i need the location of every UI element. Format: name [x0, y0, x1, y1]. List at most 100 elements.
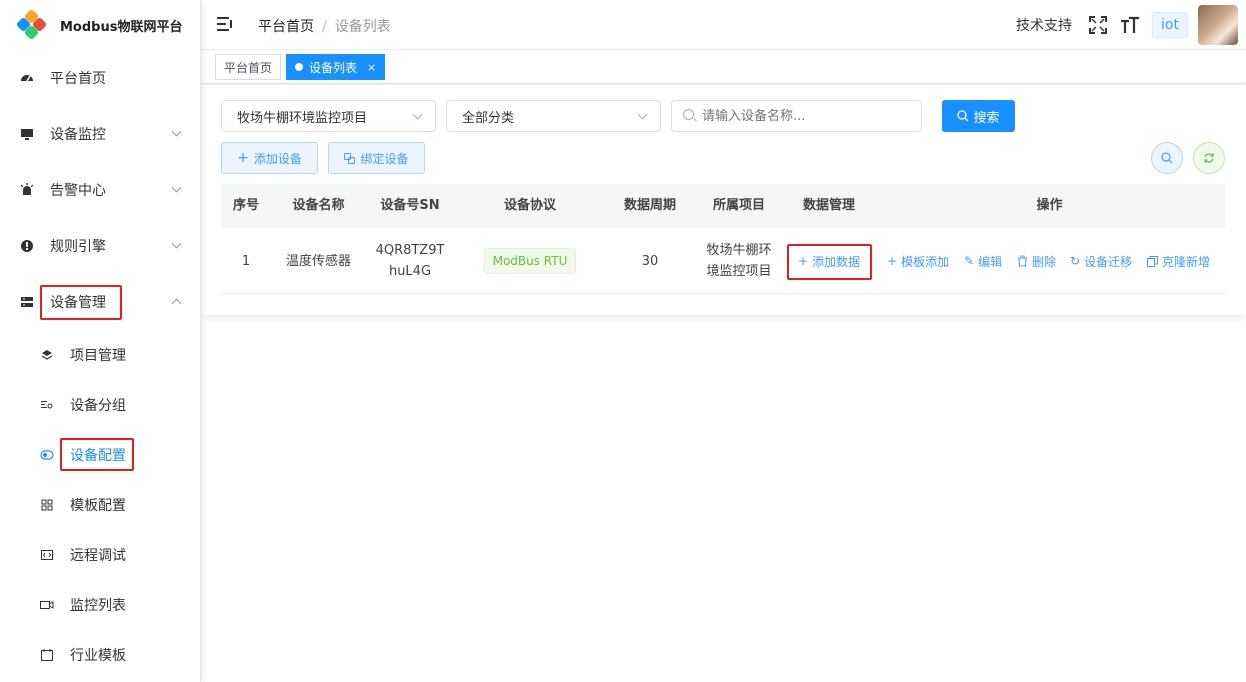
support-link[interactable]: 技术支持: [1016, 15, 1072, 35]
sidebar-item-alarm[interactable]: 告警中心: [0, 170, 200, 210]
rule-icon: [20, 239, 34, 253]
sidebar-subitem-label: 设备分组: [70, 398, 126, 414]
sidebar-subitem-remote-debug[interactable]: 远程调试: [0, 535, 200, 575]
project-select-value: 牧场牛棚环境监控项目: [237, 110, 368, 126]
category-select-value: 全部分类: [462, 110, 515, 126]
sidebar: Modbus物联网平台 平台首页 设备监控 告警中心 规则引擎 设备管理 项目管…: [0, 0, 201, 682]
app-root: Modbus物联网平台 平台首页 设备监控 告警中心 规则引擎 设备管理 项目管…: [0, 0, 1246, 682]
top-header: 平台首页 / 设备列表 技术支持 iot: [201, 0, 1246, 50]
sidebar-subitem-device-config[interactable]: 设备配置: [0, 435, 200, 475]
cell-project-line1: 牧场牛棚环: [706, 243, 772, 258]
cell-project-line2: 境监控项目: [706, 264, 772, 279]
search-icon: [683, 109, 694, 120]
template-add-button[interactable]: + 模板添加: [887, 228, 949, 294]
refresh-button[interactable]: [1193, 142, 1225, 174]
fullscreen-icon[interactable]: [1088, 15, 1108, 35]
sidebar-item-label: 设备监控: [50, 127, 106, 143]
delete-label: 删除: [1032, 254, 1057, 269]
project-select[interactable]: 牧场牛棚环境监控项目: [221, 100, 436, 132]
edit-label: 编辑: [978, 254, 1003, 269]
refresh-icon: [1204, 153, 1214, 163]
cell-sn-line1: 4QR8TZ9T: [375, 243, 445, 258]
sidebar-subitem-groups[interactable]: 设备分组: [0, 385, 200, 425]
search-icon: [957, 110, 969, 122]
sidebar-subitem-label: 设备配置: [70, 448, 126, 464]
refresh-icon: ↻: [1070, 254, 1081, 268]
sidebar-subitem-templates[interactable]: 模板配置: [0, 485, 200, 525]
add-device-label: 添加设备: [253, 151, 302, 166]
breadcrumb-home[interactable]: 平台首页: [258, 19, 314, 35]
tags-view: 平台首页 设备列表 ×: [201, 50, 1246, 84]
col-header-sn: 设备号SN: [380, 198, 440, 213]
sidebar-item-label: 规则引擎: [50, 239, 106, 255]
copy-icon: [1147, 255, 1158, 267]
sidebar-subitem-industry-templates[interactable]: 行业模板: [0, 635, 200, 675]
protocol-badge: ModBus RTU: [483, 248, 577, 274]
migrate-button[interactable]: ↻ 设备迁移: [1070, 228, 1132, 294]
col-header-actions: 操作: [1036, 198, 1063, 213]
cell-sn: 4QR8TZ9T huL4G: [366, 228, 454, 294]
main-content: 牧场牛棚环境监控项目 全部分类 搜索 + 添加设备 绑定设备: [201, 85, 1246, 682]
sidebar-item-monitor[interactable]: 设备监控: [0, 114, 200, 154]
calendar-icon: [40, 648, 54, 662]
brand-logo-icon: [15, 8, 48, 41]
category-select[interactable]: 全部分类: [446, 100, 661, 132]
tag-label: 设备列表: [309, 60, 358, 75]
code-icon: [40, 548, 54, 562]
camera-icon: [40, 598, 54, 612]
tag-home[interactable]: 平台首页: [215, 54, 282, 80]
template-add-label: 模板添加: [901, 254, 950, 269]
group-icon: [40, 398, 54, 412]
breadcrumb: 平台首页 / 设备列表: [258, 16, 391, 36]
close-icon[interactable]: ×: [367, 61, 376, 74]
table-header: 序号 设备名称 设备号SN 设备协议 数据周期 所属项目 数据管理 操作: [221, 184, 1225, 228]
chevron-up-icon: [171, 298, 182, 309]
user-tag[interactable]: iot: [1152, 12, 1188, 38]
link-icon: [344, 152, 356, 164]
search-button[interactable]: 搜索: [942, 100, 1015, 132]
tag-device-list[interactable]: 设备列表 ×: [286, 54, 386, 80]
cell-name: 温度传感器: [285, 253, 351, 269]
sidebar-subitem-projects[interactable]: 项目管理: [0, 335, 200, 375]
add-data-button[interactable]: + 添加数据: [798, 228, 860, 294]
delete-button[interactable]: 删除: [1017, 228, 1056, 294]
col-header-data-mgmt: 数据管理: [802, 198, 855, 213]
font-size-icon[interactable]: [1120, 15, 1140, 35]
cell-sn-line2: huL4G: [388, 264, 432, 279]
sidebar-subitem-label: 模板配置: [70, 498, 126, 514]
sidebar-item-label: 告警中心: [50, 183, 106, 199]
sidebar-item-device-mgmt[interactable]: 设备管理: [0, 282, 200, 322]
cell-period: 30: [641, 253, 659, 269]
avatar[interactable]: [1198, 5, 1238, 45]
search-input[interactable]: [671, 100, 922, 132]
chevron-down-icon: [171, 126, 182, 137]
table-row: 1 温度传感器 4QR8TZ9T huL4G ModBus RTU 30 牧场牛…: [221, 228, 1225, 294]
sidebar-subitem-label: 监控列表: [70, 598, 126, 614]
edit-button[interactable]: ✎ 编辑: [964, 228, 1002, 294]
menu-toggle-icon[interactable]: [217, 17, 233, 31]
chevron-down-icon: [171, 182, 182, 193]
col-header-protocol: 设备协议: [503, 198, 556, 213]
sidebar-item-home[interactable]: 平台首页: [0, 58, 200, 98]
layers-icon: [40, 348, 54, 362]
breadcrumb-separator: /: [322, 19, 327, 35]
chevron-down-icon: [637, 109, 648, 120]
cell-project: 牧场牛棚环 境监控项目: [694, 228, 784, 294]
edit-icon: ✎: [964, 254, 975, 268]
add-device-button[interactable]: + 添加设备: [221, 142, 318, 174]
toggle-icon: [40, 448, 54, 462]
sidebar-subitem-monitor-list[interactable]: 监控列表: [0, 585, 200, 625]
toggle-search-button[interactable]: [1151, 142, 1183, 174]
bind-device-button[interactable]: 绑定设备: [328, 142, 425, 174]
sidebar-item-label: 平台首页: [50, 71, 106, 87]
migrate-label: 设备迁移: [1084, 254, 1133, 269]
plus-icon: +: [798, 254, 809, 268]
sidebar-subitem-label: 项目管理: [70, 348, 126, 364]
alarm-icon: [20, 183, 34, 197]
sidebar-item-rules[interactable]: 规则引擎: [0, 226, 200, 266]
col-header-project: 所属项目: [712, 198, 765, 213]
cell-protocol: ModBus RTU: [454, 228, 606, 294]
clone-button[interactable]: 克隆新增: [1147, 228, 1210, 294]
chevron-down-icon: [412, 109, 423, 120]
device-list-panel: 牧场牛棚环境监控项目 全部分类 搜索 + 添加设备 绑定设备: [201, 85, 1246, 315]
